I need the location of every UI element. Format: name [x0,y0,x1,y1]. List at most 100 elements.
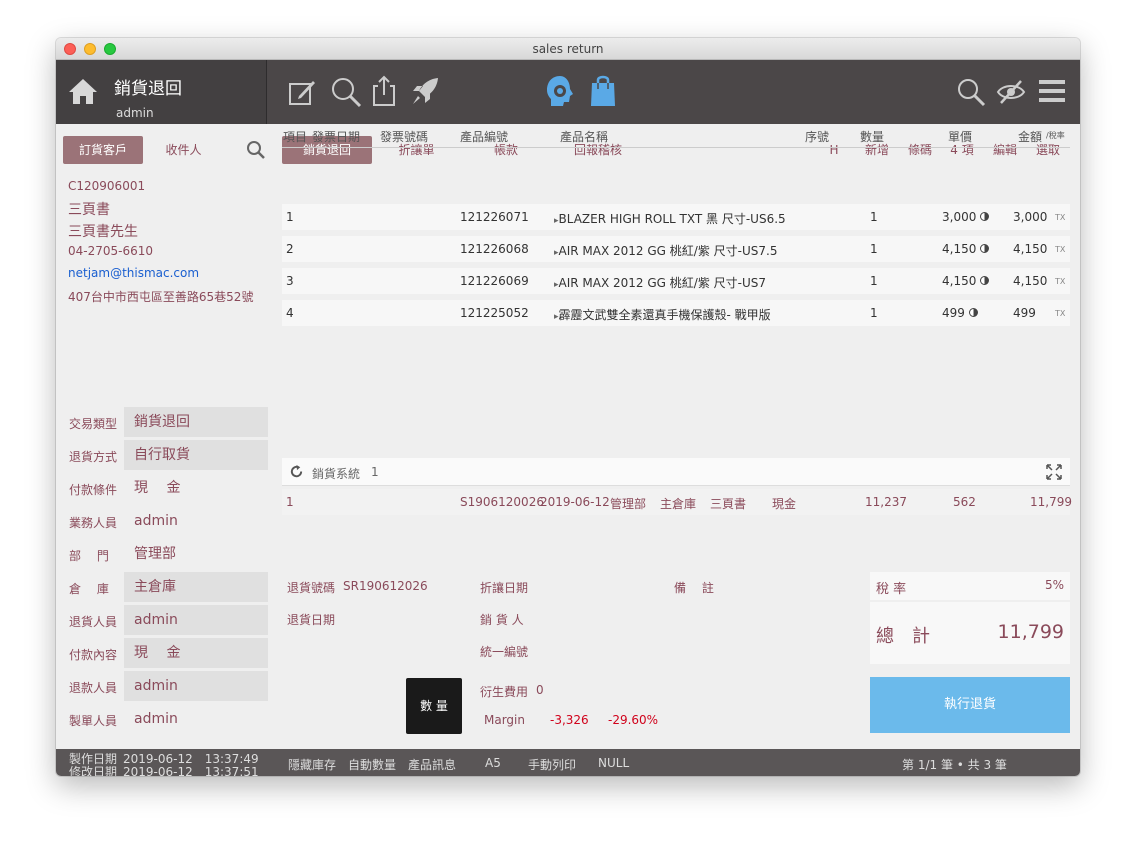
status-pagination: 第 1/1 筆 • 共 3 筆 [902,758,1007,772]
row-product-name: ▸AIR MAX 2012 GG 桃紅/紫 尺寸-US7.5 [554,242,777,259]
warehouse-field[interactable]: 主倉庫 [124,572,268,602]
sales-order: S1906120026 [460,495,544,509]
table-row[interactable]: 3 121226069 ▸AIR MAX 2012 GG 桃紅/紫 尺寸-US7 1 4… [282,268,1070,294]
payment-content-label: 付款內容 [69,648,118,662]
minimize-window-button[interactable] [84,43,96,55]
row-item-text: 4 [286,306,294,320]
half-circle-icon[interactable] [980,276,990,285]
status-manual-print[interactable]: 手動列印 [528,756,576,773]
home-icon[interactable] [68,77,98,105]
document-creator-field[interactable]: admin [124,704,268,734]
row-item-text: 2 [286,242,294,256]
row-product-code: 121226071 [460,210,529,224]
refund-person-label: 退款人員 [69,681,118,695]
status-paper-size[interactable]: A5 [485,756,501,770]
close-window-button[interactable] [64,43,76,55]
refund-person-field[interactable]: admin [124,671,268,701]
sales-person-label: 業務人員 [69,516,118,530]
status-auto-qty[interactable]: 自動數量 [348,756,396,773]
row-item: 4 [286,306,294,320]
row-tax: TX [1055,245,1065,254]
tab-recipient[interactable]: 收件人 [151,136,216,164]
half-circle-icon[interactable] [968,308,978,317]
execute-return-button[interactable]: 執行退貨 [870,677,1070,733]
quantity-button[interactable]: 數 量 [406,678,462,734]
customer-address: 407台中市西屯區至善路65巷52號 [68,290,254,304]
refresh-icon[interactable] [289,464,304,479]
row-price: 4,150 [942,242,990,256]
derived-cost-value: 0 [536,683,544,697]
row-tax: TX [1055,213,1065,222]
row-tax-text: TX [1055,277,1066,286]
sales-date: 2019-06-12 [540,495,610,509]
payment-content-field[interactable]: 現 金 [124,638,268,668]
header-divider [282,147,1070,148]
shopping-bag-icon[interactable] [589,73,617,107]
row-item-text: 1 [286,210,294,224]
search-icon[interactable] [246,140,266,160]
row-product-name: ▸霹靂文武雙全素還真手機保護殼- 戰甲版 [554,306,771,323]
sales-person-label: 銷 貨 人 [480,613,524,627]
row-product-code: 121225052 [460,306,529,320]
row-amount: 3,000 [1013,210,1047,224]
action-barcode[interactable]: 條碼 [904,136,936,164]
customer-id: C120906001 [68,179,146,193]
sales-system-bar: 銷貨系統 1 [282,458,1070,486]
action-edit[interactable]: 編輯 [989,136,1021,164]
table-row[interactable]: 4 121225052 ▸霹靂文武雙全素還真手機保護殼- 戰甲版 1 499 499 TX [282,300,1070,326]
status-hide-stock[interactable]: 隱藏庫存 [288,756,336,773]
col-product-name: 產品名稱 [560,130,609,144]
half-circle-icon[interactable] [980,244,990,253]
payment-terms-label: 付款條件 [69,483,118,497]
status-product-info[interactable]: 產品訊息 [408,756,456,773]
title-bar: sales return [56,38,1080,60]
tax-rate-label: 稅 率 [876,582,907,597]
col-price: 單價 [948,130,973,144]
col-amount: 金額 [1018,130,1043,144]
share-icon[interactable] [371,75,397,107]
row-amount: 499 [1013,306,1036,320]
search-icon[interactable] [330,76,362,108]
row-product-code-text: 121226071 [460,210,529,224]
edit-icon[interactable] [287,77,317,107]
status-null[interactable]: NULL [598,756,629,770]
menu-icon[interactable] [1039,80,1065,102]
table-row[interactable]: 2 121226068 ▸AIR MAX 2012 GG 桃紅/紫 尺寸-US7.5… [282,236,1070,262]
margin-value: -3,326 [550,713,589,727]
document-creator-label: 製單人員 [69,714,118,728]
table-row[interactable]: 1 121226071 ▸BLAZER HIGH ROLL TXT 黑 尺寸-US6… [282,204,1070,230]
support-agent-icon[interactable] [544,74,576,108]
customer-sidebar: 訂貨客戶 收件人 C120906001 三頁書 三頁書先生 04-2705-66… [56,124,268,749]
row-product-code: 121226068 [460,242,529,256]
zoom-window-button[interactable] [104,43,116,55]
row-tax-text: TX [1055,309,1066,318]
expand-icon[interactable] [1046,464,1062,480]
return-person-field[interactable]: admin [124,605,268,635]
sales-row[interactable]: 1 S1906120026 2019-06-12 管理部 主倉庫 三頁書 現金 … [282,489,1072,515]
row-qty-text: 1 [870,242,878,256]
row-product-name: ▸AIR MAX 2012 GG 桃紅/紫 尺寸-US7 [554,274,766,291]
total-box: 總 計 11,799 [870,602,1070,664]
sales-system-label: 銷貨系統 [312,467,361,481]
tab-order-customer[interactable]: 訂貨客戶 [63,136,143,164]
row-product-name: ▸BLAZER HIGH ROLL TXT 黑 尺寸-US6.5 [554,210,786,227]
return-method-field[interactable]: 自行取貨 [124,440,268,470]
search-icon[interactable] [956,77,986,107]
payment-terms-field[interactable]: 現 金 [124,473,268,503]
sales-total: 11,799 [1030,495,1072,509]
modified-label: 修改日期 [69,765,118,776]
rocket-icon[interactable] [410,76,440,106]
note-label: 備 註 [674,581,714,595]
row-item: 3 [286,274,294,288]
row-tax: TX [1055,277,1065,286]
hide-eye-icon[interactable] [996,79,1026,105]
sales-person-field[interactable]: admin [124,506,268,536]
customer-email[interactable]: netjam@thismac.com [68,266,199,280]
row-amount: 4,150 [1013,242,1047,256]
department-field[interactable]: 管理部 [124,539,268,569]
row-price-text: 4,150 [942,242,977,256]
sales-subtotal: 11,237 [865,495,907,509]
row-qty-text: 1 [870,306,878,320]
half-circle-icon[interactable] [980,212,990,221]
trade-type-field[interactable]: 銷貨退回 [124,407,268,437]
